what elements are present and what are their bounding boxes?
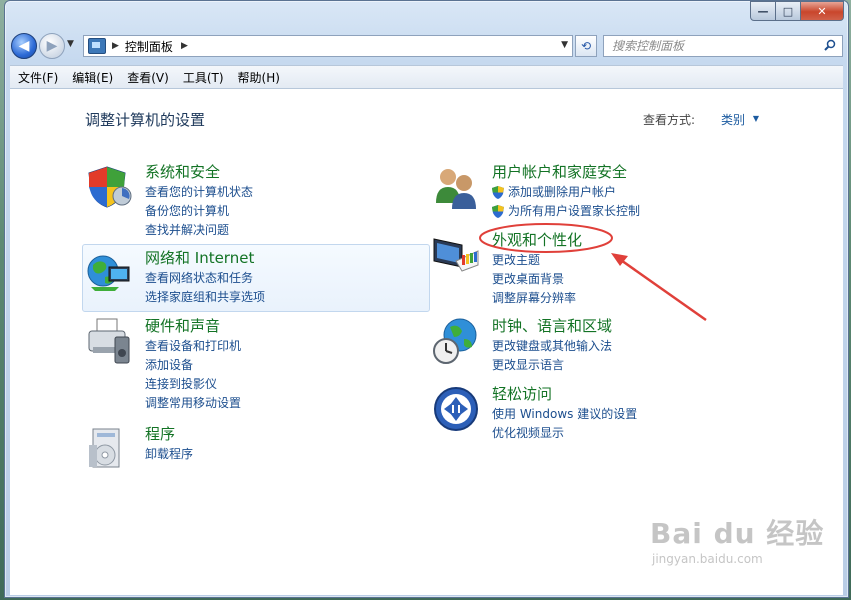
refresh-button[interactable]: ⟲ [575, 35, 597, 57]
search-box [603, 35, 843, 57]
navigation-bar: ◀ ▶ ▼ ▶ 控制面板 ▶ ▼ ⟲ [9, 31, 843, 61]
link-backup-computer[interactable]: 备份您的计算机 [145, 202, 253, 221]
category-title-clock-language[interactable]: 时钟、语言和区域 [492, 315, 612, 336]
link-mobility-settings[interactable]: 调整常用移动设置 [145, 394, 241, 413]
clock-globe-icon [433, 318, 477, 364]
back-button[interactable]: ◀ [11, 33, 37, 59]
minimize-button[interactable]: — [750, 1, 776, 21]
refresh-icon: ⟲ [580, 39, 592, 53]
recent-pages-dropdown[interactable]: ▼ [67, 39, 77, 49]
view-by-value[interactable]: 类别 [721, 113, 745, 127]
control-panel-icon [88, 38, 106, 54]
users-icon [436, 169, 476, 209]
category-title-network[interactable]: 网络和 Internet [145, 247, 254, 268]
maximize-button[interactable]: □ [776, 1, 801, 21]
chevron-right-icon[interactable]: ▶ [181, 41, 188, 51]
link-change-input-method[interactable]: 更改键盘或其他输入法 [492, 337, 612, 356]
search-icon[interactable] [824, 39, 836, 51]
link-troubleshoot[interactable]: 查找并解决问题 [145, 221, 253, 240]
menu-file[interactable]: 文件(F) [10, 69, 64, 86]
link-label: 为所有用户设置家长控制 [508, 204, 641, 218]
breadcrumb-control-panel[interactable]: 控制面板 [125, 38, 173, 55]
link-display-language[interactable]: 更改显示语言 [492, 356, 612, 375]
uac-shield-icon [492, 186, 504, 199]
link-optimize-visual-display[interactable]: 优化视频显示 [492, 424, 637, 443]
menu-tools[interactable]: 工具(T) [175, 69, 230, 86]
caret-down-icon[interactable]: ▼ [753, 114, 759, 123]
link-desktop-background[interactable]: 更改桌面背景 [492, 270, 576, 289]
link-view-computer-status[interactable]: 查看您的计算机状态 [145, 183, 253, 202]
category-title-hardware-sound[interactable]: 硬件和声音 [145, 315, 220, 336]
link-uninstall-program[interactable]: 卸载程序 [145, 445, 193, 464]
link-label: 添加或删除用户帐户 [508, 185, 617, 199]
link-connect-projector[interactable]: 连接到投影仪 [145, 375, 241, 394]
watermark-brand: Bai du 经验 [650, 517, 825, 550]
link-add-device[interactable]: 添加设备 [145, 356, 241, 375]
address-dropdown[interactable]: ▼ [561, 40, 568, 50]
category-title-ease-of-access[interactable]: 轻松访问 [492, 383, 552, 404]
view-by-selector[interactable]: 类别 ▼ [721, 111, 759, 128]
menu-bar: 文件(F) 编辑(E) 查看(V) 工具(T) 帮助(H) [10, 65, 843, 89]
chevron-right-icon[interactable]: ▶ [112, 41, 119, 51]
category-title-programs[interactable]: 程序 [145, 423, 175, 444]
accessibility-icon [434, 387, 478, 431]
category-title-system-security[interactable]: 系统和安全 [145, 161, 220, 182]
network-globe-icon [87, 255, 130, 291]
shield-icon [88, 166, 132, 208]
printer-icon [88, 318, 130, 364]
menu-view[interactable]: 查看(V) [119, 69, 175, 86]
search-input[interactable] [610, 38, 814, 54]
menu-help[interactable]: 帮助(H) [230, 69, 286, 86]
forward-button[interactable]: ▶ [39, 33, 65, 59]
arrow-left-icon: ◀ [18, 38, 30, 54]
link-devices-printers[interactable]: 查看设备和打印机 [145, 337, 241, 356]
page-title: 调整计算机的设置 [85, 111, 206, 129]
arrow-right-icon: ▶ [46, 38, 58, 54]
watermark-url: jingyan.baidu.com [652, 552, 763, 566]
link-screen-resolution[interactable]: 调整屏幕分辨率 [492, 289, 576, 308]
link-parental-controls[interactable]: 为所有用户设置家长控制 [492, 202, 640, 221]
uac-shield-icon [492, 205, 504, 218]
category-title-appearance[interactable]: 外观和个性化 [492, 229, 582, 250]
display-palette-icon [433, 238, 479, 272]
control-panel-window: — □ ✕ ◀ ▶ ▼ ▶ 控制面板 ▶ ▼ ⟲ 文件(F) 编辑(E) 查看(… [4, 0, 849, 598]
programs-box-icon [89, 428, 120, 468]
link-change-theme[interactable]: 更改主题 [492, 251, 576, 270]
close-button[interactable]: ✕ [801, 1, 844, 21]
link-network-status[interactable]: 查看网络状态和任务 [145, 269, 265, 288]
caption-buttons: — □ ✕ [750, 1, 844, 21]
link-homegroup[interactable]: 选择家庭组和共享选项 [145, 288, 265, 307]
category-title-user-accounts[interactable]: 用户帐户和家庭安全 [492, 161, 627, 182]
address-bar[interactable]: ▶ 控制面板 ▶ ▼ [83, 35, 573, 57]
link-add-remove-accounts[interactable]: 添加或删除用户帐户 [492, 183, 640, 202]
link-recommended-settings[interactable]: 使用 Windows 建议的设置 [492, 405, 637, 424]
menu-edit[interactable]: 编辑(E) [64, 69, 119, 86]
baidu-watermark: Bai du 经验 jingyan.baidu.com [650, 512, 824, 566]
view-by-label: 查看方式: [642, 113, 695, 127]
